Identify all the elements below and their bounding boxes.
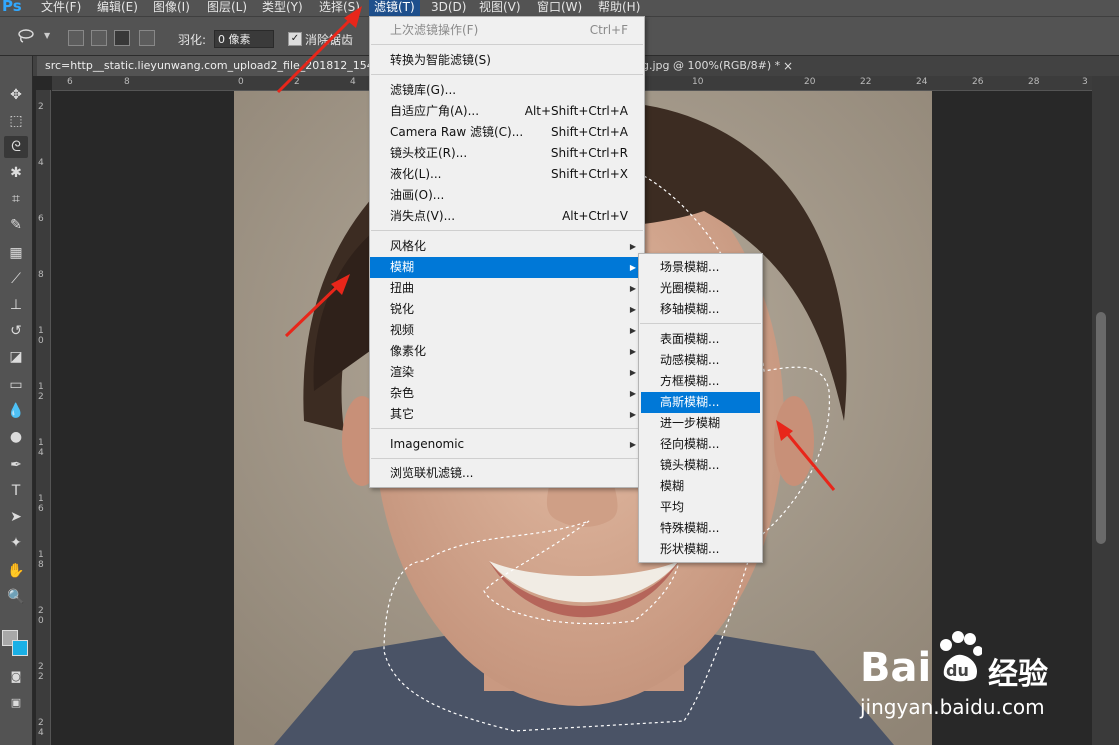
watermark-du: du	[946, 661, 969, 680]
baidu-jingyan-watermark: Bai du 经验 jingyan.baidu.com	[858, 627, 1098, 722]
watermark-brand: Bai	[860, 645, 932, 691]
watermark-url: jingyan.baidu.com	[860, 695, 1045, 719]
watermark-cn: 经验	[988, 657, 1048, 692]
annotation-arrow	[776, 420, 836, 491]
annotation-arrow	[284, 274, 350, 338]
annotation-arrow	[276, 6, 362, 94]
